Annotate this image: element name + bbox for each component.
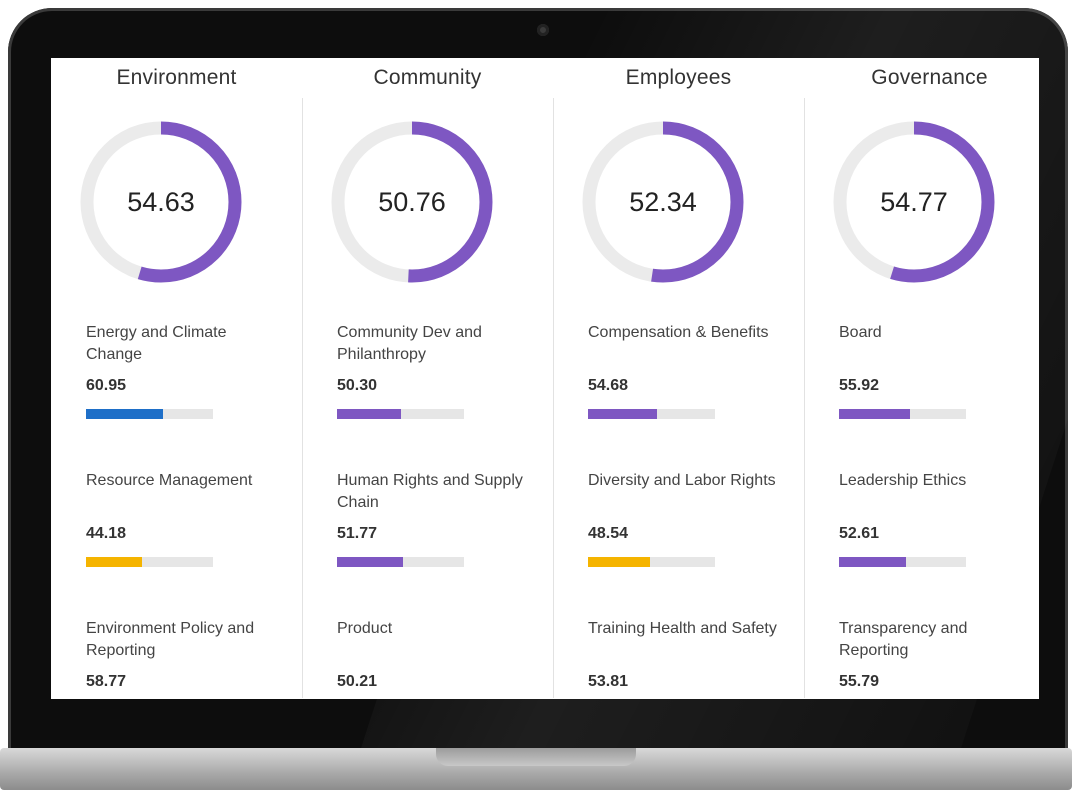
metric-value: 58.77 bbox=[86, 673, 127, 690]
metric-value: 55.79 bbox=[839, 673, 880, 690]
metric-value: 48.54 bbox=[588, 525, 629, 542]
metric-transparency-and-reporting[interactable]: Transparency and Reporting 55.79 bbox=[839, 618, 1039, 693]
metric-label: Board bbox=[839, 324, 882, 341]
metric-training-health-and-safety[interactable]: Training Health and Safety 53.81 bbox=[588, 618, 788, 693]
metric-progress-fill bbox=[86, 557, 143, 567]
metric-product[interactable]: Product 50.21 bbox=[337, 618, 537, 693]
metric-progress-bar bbox=[86, 557, 213, 567]
category-column-community: Community 50.76 Community Dev and Philan… bbox=[302, 58, 553, 699]
metric-progress-fill bbox=[86, 409, 164, 419]
category-column-employees: Employees 52.34 Compensation & Benefits … bbox=[553, 58, 804, 699]
metric-value: 54.68 bbox=[588, 377, 629, 394]
metric-label: Compensation & Benefits bbox=[588, 324, 769, 341]
column-divider bbox=[804, 98, 805, 698]
metric-value: 51.77 bbox=[337, 525, 378, 542]
metric-label: Environment Policy and Reporting bbox=[86, 620, 255, 659]
metric-progress-bar bbox=[839, 557, 966, 567]
metric-label: Human Rights and Supply Chain bbox=[337, 472, 523, 511]
category-score: 54.63 bbox=[127, 187, 195, 217]
category-column-governance: Governance 54.77 Board 55.92 Leadership … bbox=[804, 58, 1039, 699]
metric-label: Training Health and Safety bbox=[588, 620, 777, 637]
metric-progress-bar bbox=[86, 409, 213, 419]
laptop-hinge-notch bbox=[436, 748, 636, 766]
metric-value: 44.18 bbox=[86, 525, 127, 542]
metric-label: Energy and Climate Change bbox=[86, 324, 227, 363]
category-score: 54.77 bbox=[880, 187, 948, 217]
esg-dashboard: Environment 54.63 Energy and Climate Cha… bbox=[51, 58, 1039, 699]
category-title: Governance bbox=[871, 66, 988, 89]
metric-label: Product bbox=[337, 620, 393, 637]
metric-resource-management[interactable]: Resource Management 44.18 bbox=[86, 470, 286, 567]
metric-value: 60.95 bbox=[86, 377, 127, 394]
metric-progress-fill bbox=[588, 409, 658, 419]
metric-label: Diversity and Labor Rights bbox=[588, 472, 776, 489]
metric-board[interactable]: Board 55.92 bbox=[839, 322, 1039, 419]
column-divider bbox=[302, 98, 303, 698]
metric-value: 50.21 bbox=[337, 673, 378, 690]
metric-human-rights-and-supply-chain[interactable]: Human Rights and Supply Chain 51.77 bbox=[337, 470, 537, 567]
category-column-environment: Environment 54.63 Energy and Climate Cha… bbox=[51, 58, 302, 699]
metric-progress-bar bbox=[588, 409, 715, 419]
category-score: 52.34 bbox=[629, 187, 697, 217]
metric-label: Community Dev and Philanthropy bbox=[337, 324, 482, 363]
metric-compensation-and-benefits[interactable]: Compensation & Benefits 54.68 bbox=[588, 322, 788, 419]
metric-progress-bar bbox=[839, 409, 966, 419]
metric-label: Leadership Ethics bbox=[839, 472, 967, 489]
category-title: Employees bbox=[625, 66, 732, 89]
category-title: Community bbox=[373, 66, 482, 89]
metric-environment-policy-and-reporting[interactable]: Environment Policy and Reporting 58.77 bbox=[86, 618, 286, 693]
metric-progress-fill bbox=[839, 557, 906, 567]
metric-energy-and-climate-change[interactable]: Energy and Climate Change 60.95 bbox=[86, 322, 286, 419]
metric-label: Transparency and Reporting bbox=[839, 620, 968, 659]
category-score: 50.76 bbox=[378, 187, 446, 217]
column-divider bbox=[553, 98, 554, 698]
category-title: Environment bbox=[116, 66, 237, 89]
metric-progress-bar bbox=[337, 557, 464, 567]
metric-value: 55.92 bbox=[839, 377, 880, 394]
metric-progress-fill bbox=[337, 557, 403, 567]
metric-value: 52.61 bbox=[839, 525, 880, 542]
metric-progress-bar bbox=[337, 409, 464, 419]
metric-progress-bar bbox=[588, 557, 715, 567]
metric-leadership-ethics[interactable]: Leadership Ethics 52.61 bbox=[839, 470, 1039, 567]
metric-value: 50.30 bbox=[337, 377, 378, 394]
metric-progress-fill bbox=[588, 557, 650, 567]
metric-community-dev-and-philanthropy[interactable]: Community Dev and Philanthropy 50.30 bbox=[337, 322, 537, 419]
webcam-icon bbox=[537, 24, 549, 36]
metric-value: 53.81 bbox=[588, 673, 629, 690]
metric-diversity-and-labor-rights[interactable]: Diversity and Labor Rights 48.54 bbox=[588, 470, 788, 567]
metric-progress-fill bbox=[337, 409, 401, 419]
metric-label: Resource Management bbox=[86, 472, 253, 489]
metric-progress-fill bbox=[839, 409, 911, 419]
